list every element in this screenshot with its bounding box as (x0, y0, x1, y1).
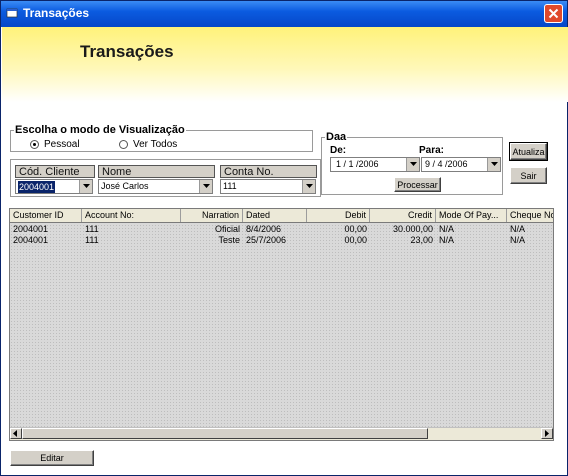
from-date-picker[interactable]: 1 / 1 /2006 (330, 157, 420, 172)
name-combo[interactable]: José Carlos (98, 179, 213, 194)
column-header[interactable]: Cheque No. (507, 209, 553, 222)
chevron-down-icon (491, 162, 498, 166)
chevron-down-icon (410, 162, 417, 166)
radio-dot-selected (30, 140, 39, 149)
grid-header: Customer ID Account No: Narration Dated … (10, 209, 553, 223)
page-title: Transações (80, 42, 174, 61)
title-bar[interactable]: Transações (1, 1, 567, 27)
radio-personal-label: Pessoal (44, 139, 80, 150)
name-label: Nome (98, 165, 215, 178)
dropdown-button[interactable] (199, 180, 212, 193)
column-header[interactable]: Dated (243, 209, 307, 222)
cell-debit: 00,00 (344, 235, 367, 245)
cell-cheque-no: N/A (510, 235, 526, 245)
cell-narration: Oficial (214, 224, 240, 234)
window-title: Transações (23, 6, 90, 20)
chevron-down-icon (306, 184, 313, 188)
arrow-left-icon (13, 430, 17, 437)
scroll-right-button[interactable] (541, 428, 553, 439)
cell-mode-of-pay: N/A (439, 224, 455, 234)
update-button[interactable]: Atualiza (509, 142, 548, 161)
column-header[interactable]: Account No: (82, 209, 181, 222)
process-button[interactable]: Processar (394, 177, 441, 192)
view-mode-group: Escolha o modo de Visualização Pessoal V… (10, 124, 313, 152)
cell-credit: 23,00 (410, 235, 433, 245)
cell-dated: 25/7/2006 (246, 235, 287, 245)
dropdown-button[interactable] (487, 158, 500, 171)
account-combo[interactable]: 111 (220, 179, 316, 194)
chevron-down-icon (203, 184, 210, 188)
column-header[interactable]: Debit (307, 209, 370, 222)
to-label: Para: (419, 145, 445, 156)
account-value: 111 (223, 181, 237, 191)
column-header[interactable]: Credit (370, 209, 436, 222)
table-row[interactable]: 2004001 111 Oficial 8/4/2006 00,00 30.00… (10, 224, 553, 235)
radio-personal[interactable]: Pessoal (30, 139, 80, 150)
transactions-grid[interactable]: Customer ID Account No: Narration Dated … (9, 208, 554, 441)
to-date-picker[interactable]: 9 / 4 /2006 (421, 157, 501, 172)
cell-dated: 8/4/2006 (246, 224, 282, 234)
date-range-legend: Daa (326, 131, 347, 143)
close-button[interactable] (544, 4, 563, 23)
exit-button[interactable]: Sair (510, 167, 547, 184)
cell-cheque-no: N/A (510, 224, 526, 234)
close-icon (548, 8, 559, 19)
app-icon (6, 8, 18, 18)
dropdown-button[interactable] (79, 180, 92, 193)
dropdown-button[interactable] (302, 180, 315, 193)
cell-customer-id: 2004001 (13, 224, 49, 234)
chevron-down-icon (83, 184, 90, 188)
cell-narration: Teste (218, 235, 240, 245)
from-label: De: (330, 145, 347, 156)
table-row[interactable]: 2004001 111 Teste 25/7/2006 00,00 23,00 … (10, 235, 553, 246)
column-header[interactable]: Customer ID (10, 209, 82, 222)
horizontal-scrollbar[interactable] (10, 427, 553, 440)
cell-account: 111 (85, 224, 99, 234)
column-header[interactable]: Mode Of Pay... (436, 209, 507, 222)
cell-customer-id: 2004001 (13, 235, 49, 245)
scroll-thumb[interactable] (22, 428, 428, 439)
view-mode-legend: Escolha o modo de Visualização (15, 124, 185, 136)
cell-debit: 00,00 (344, 224, 367, 234)
to-date-value: 9 / 4 /2006 (425, 159, 468, 169)
transactions-window: Transações Transações Escolha o modo de … (0, 0, 568, 476)
radio-view-all[interactable]: Ver Todos (119, 139, 177, 150)
column-header[interactable]: Narration (181, 209, 243, 222)
name-value: José Carlos (101, 181, 149, 191)
arrow-right-icon (545, 430, 549, 437)
radio-dot (119, 140, 128, 149)
client-code-value: 2004001 (18, 181, 56, 193)
dropdown-button[interactable] (406, 158, 419, 171)
account-label: Conta No. (220, 165, 317, 178)
from-date-value: 1 / 1 /2006 (336, 159, 379, 169)
cell-mode-of-pay: N/A (439, 235, 455, 245)
date-range-group: Daa De: Para: 1 / 1 /2006 9 / 4 /2006 Pr… (321, 131, 503, 195)
client-code-combo[interactable]: 2004001 (15, 179, 93, 194)
header-banner: Transações (2, 27, 568, 102)
cell-account: 111 (85, 235, 99, 245)
cell-credit: 30.000,00 (392, 224, 433, 234)
client-code-label: Cód. Cliente (15, 165, 95, 178)
radio-view-all-label: Ver Todos (133, 139, 178, 150)
edit-button[interactable]: Editar (10, 450, 94, 466)
scroll-left-button[interactable] (10, 428, 22, 439)
